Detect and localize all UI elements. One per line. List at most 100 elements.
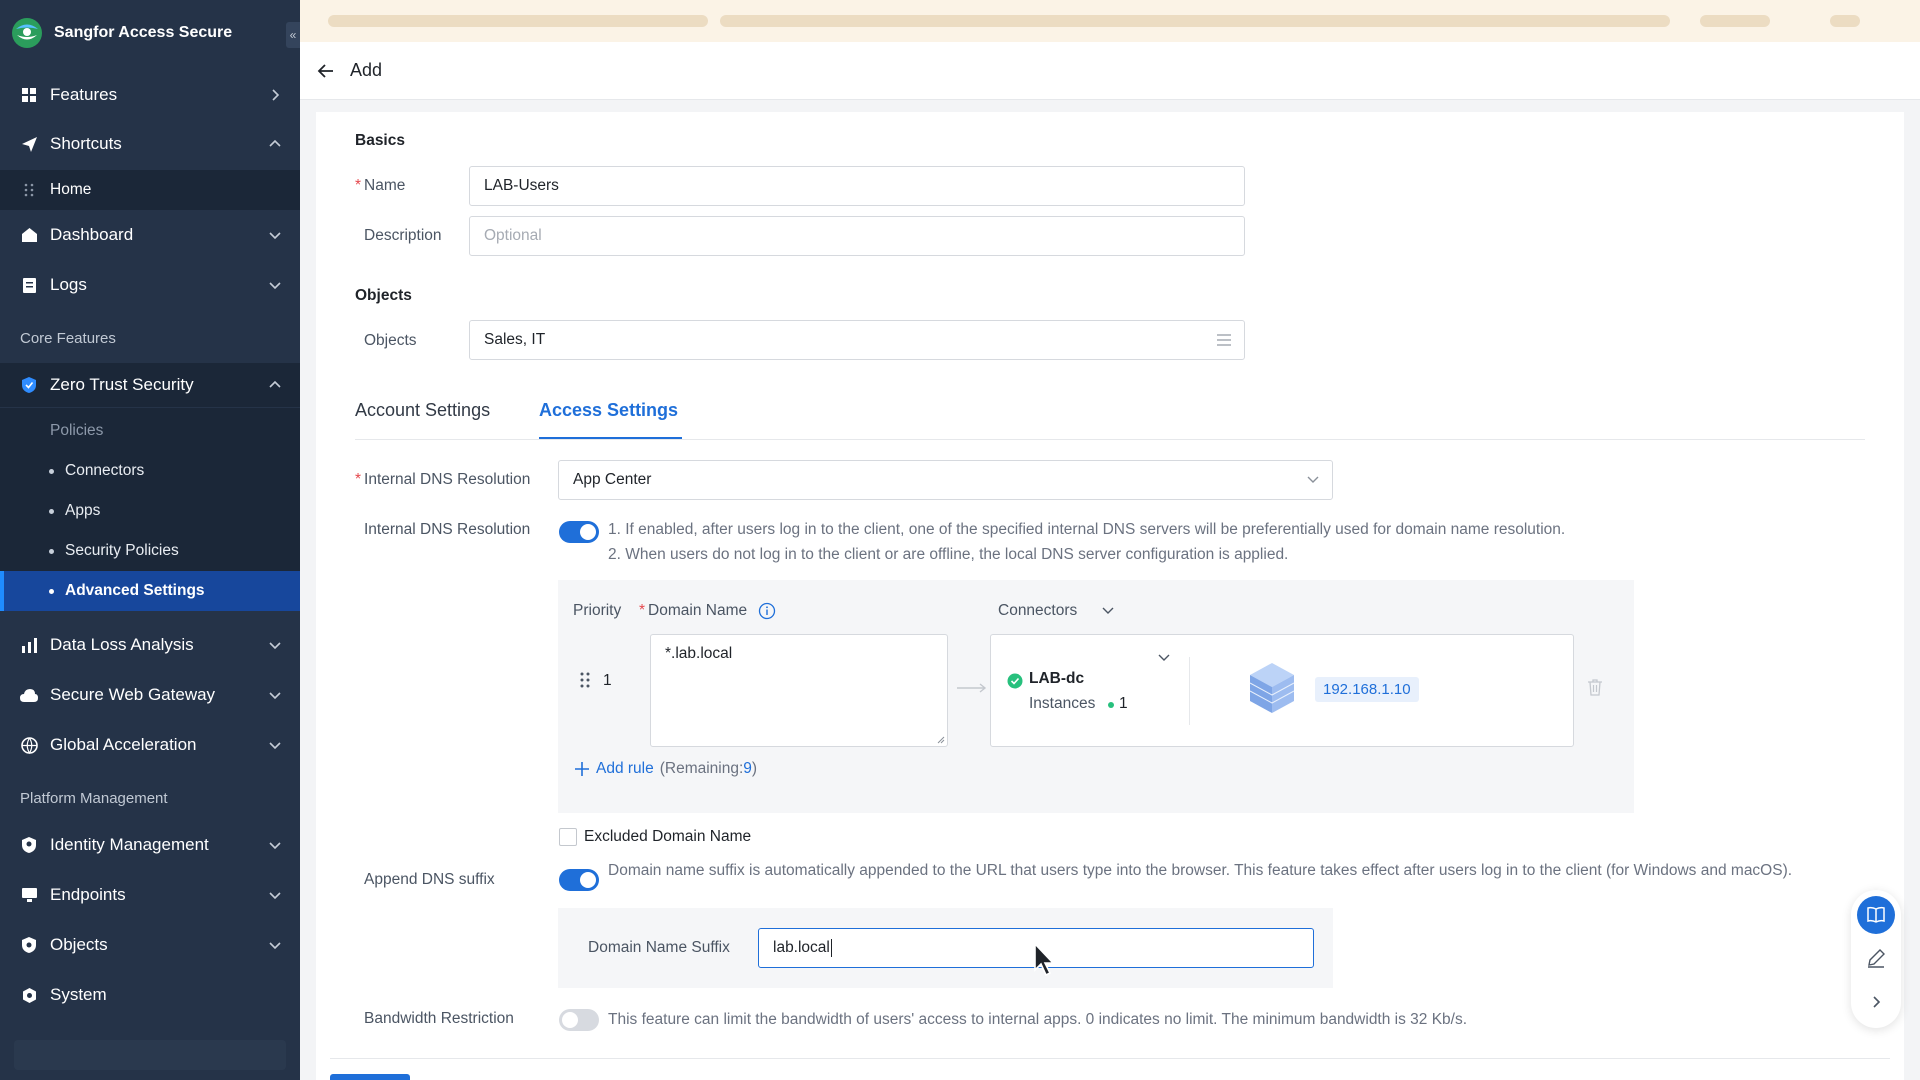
bullet-icon	[49, 548, 54, 554]
chevron-down-icon	[269, 642, 281, 650]
globe-icon	[20, 736, 38, 754]
dns-suffix-panel: Domain Name Suffix lab.local	[558, 908, 1333, 988]
nav-connectors-label: Connectors	[65, 462, 145, 479]
dns-resolution-value: App Center	[573, 471, 652, 488]
shield-icon	[20, 376, 38, 394]
cloud-shield-icon	[20, 686, 38, 704]
drag-handle-icon	[20, 181, 38, 199]
instance-status-dot	[1108, 702, 1114, 708]
objects-input[interactable]: Sales, IT	[469, 320, 1245, 360]
server-cube-icon	[1249, 663, 1295, 713]
bullet-icon	[49, 508, 54, 514]
objects-shield-icon	[20, 936, 38, 954]
nav-identity-management[interactable]: Identity Management	[0, 823, 300, 867]
remaining-count: 9	[743, 760, 752, 777]
manual-button[interactable]	[1857, 896, 1895, 934]
sangfor-logo-icon	[12, 18, 42, 48]
nav-global-acceleration[interactable]: Global Acceleration	[0, 723, 300, 767]
dns-rules-panel: Priority * Domain Name Connectors 1 *.lab…	[558, 580, 1634, 813]
chevron-down-icon[interactable]	[1158, 653, 1170, 662]
domain-name-textarea[interactable]: *.lab.local	[650, 634, 948, 747]
tab-access-settings[interactable]: Access Settings	[539, 400, 678, 421]
resize-handle-icon[interactable]	[936, 735, 945, 744]
rule-priority: 1	[603, 672, 612, 689]
col-connectors: Connectors	[998, 602, 1078, 619]
nav-security-policies[interactable]: Security Policies	[0, 531, 300, 571]
connector-name: LAB-dc	[1029, 670, 1085, 687]
nav-features-label: Features	[50, 85, 118, 104]
tab-account-settings[interactable]: Account Settings	[355, 400, 490, 421]
connector-card: LAB-dc Instances 1 192.168.1.10	[990, 634, 1574, 747]
chevron-down-icon	[269, 692, 281, 700]
nav-dashboard-label: Dashboard	[50, 225, 134, 244]
name-input[interactable]: LAB-Users	[469, 166, 1245, 206]
remaining-prefix: (Remaining:	[659, 760, 744, 777]
nav-home[interactable]: Home	[0, 170, 300, 210]
description-input[interactable]: Optional	[469, 216, 1245, 256]
name-label: * Name	[355, 177, 406, 194]
nav-system-label: System	[50, 985, 107, 1004]
dns-suffix-label: Append DNS suffix	[364, 871, 495, 888]
domain-name-value: *.lab.local	[665, 645, 733, 662]
instances-count: 1	[1119, 695, 1128, 712]
nav-secure-web-gateway[interactable]: Secure Web Gateway	[0, 673, 300, 717]
nav-zero-trust-label: Zero Trust Security	[50, 375, 194, 394]
nav-dashboard[interactable]: Dashboard	[0, 213, 300, 257]
collapse-sidebar-icon[interactable]: «	[286, 22, 300, 48]
nav-home-label: Home	[50, 181, 92, 198]
nav-connectors[interactable]: Connectors	[0, 451, 300, 491]
objects-heading: Objects	[355, 287, 412, 304]
bandwidth-toggle[interactable]	[559, 1009, 599, 1031]
edit-icon[interactable]	[1866, 948, 1886, 968]
chevron-down-icon	[1307, 476, 1319, 483]
nav-logs[interactable]: Logs	[0, 263, 300, 307]
add-rule-link[interactable]: Add rule	[596, 760, 654, 778]
col-priority: Priority	[573, 602, 622, 619]
remaining-suffix: )	[751, 760, 758, 777]
grid-icon	[20, 86, 38, 104]
user-profile-area[interactable]	[14, 1040, 286, 1070]
domain-suffix-label: Domain Name Suffix	[588, 939, 730, 956]
dns-toggle-label: Internal DNS Resolution	[364, 521, 531, 538]
nav-advanced-settings[interactable]: Advanced Settings	[0, 571, 300, 611]
back-arrow-icon[interactable]	[316, 61, 336, 81]
dns-resolution-select[interactable]: App Center	[558, 460, 1333, 500]
bandwidth-label: Bandwidth Restriction	[364, 1010, 514, 1027]
drag-handle-icon[interactable]	[580, 672, 590, 688]
nav-endpoints[interactable]: Endpoints	[0, 873, 300, 917]
notification-banner	[300, 0, 1920, 42]
plus-icon[interactable]	[574, 761, 590, 777]
nav-zero-trust[interactable]: Zero Trust Security	[0, 363, 300, 407]
nav-shortcuts[interactable]: Shortcuts	[0, 122, 300, 166]
chevron-down-icon	[269, 892, 281, 900]
status-online-icon	[1007, 673, 1023, 689]
dns-resolution-toggle[interactable]	[559, 521, 599, 543]
bullet-icon	[49, 468, 54, 474]
send-icon	[20, 135, 38, 153]
list-icon[interactable]	[1216, 333, 1232, 347]
tabs-divider	[355, 439, 1865, 440]
col-domain-name: * Domain Name	[639, 602, 748, 619]
info-icon[interactable]	[758, 602, 776, 620]
chevron-down-icon	[269, 282, 281, 290]
nav-data-loss[interactable]: Data Loss Analysis	[0, 623, 300, 667]
brand: Sangfor Access Secure	[0, 0, 300, 66]
submit-button[interactable]	[330, 1074, 410, 1080]
nav-apps[interactable]: Apps	[0, 491, 300, 531]
chevron-right-icon[interactable]	[1868, 994, 1884, 1010]
connector-ip-badge: 192.168.1.10	[1315, 677, 1419, 702]
arrow-right-icon	[957, 683, 987, 693]
nav-objects[interactable]: Objects	[0, 923, 300, 967]
chevron-down-icon	[269, 942, 281, 950]
dns-suffix-toggle[interactable]	[559, 869, 599, 891]
chevron-down-icon[interactable]	[1102, 606, 1114, 615]
excluded-domain-checkbox[interactable]	[559, 828, 577, 846]
nav-data-loss-label: Data Loss Analysis	[50, 635, 194, 654]
chevron-up-icon	[269, 139, 281, 147]
user-shield-icon	[20, 836, 38, 854]
nav-system[interactable]: System	[0, 973, 300, 1017]
trash-icon[interactable]	[1587, 678, 1603, 696]
domain-suffix-value: lab.local	[773, 939, 830, 956]
nav-features[interactable]: Features	[0, 73, 300, 117]
nav-apps-label: Apps	[65, 502, 101, 519]
